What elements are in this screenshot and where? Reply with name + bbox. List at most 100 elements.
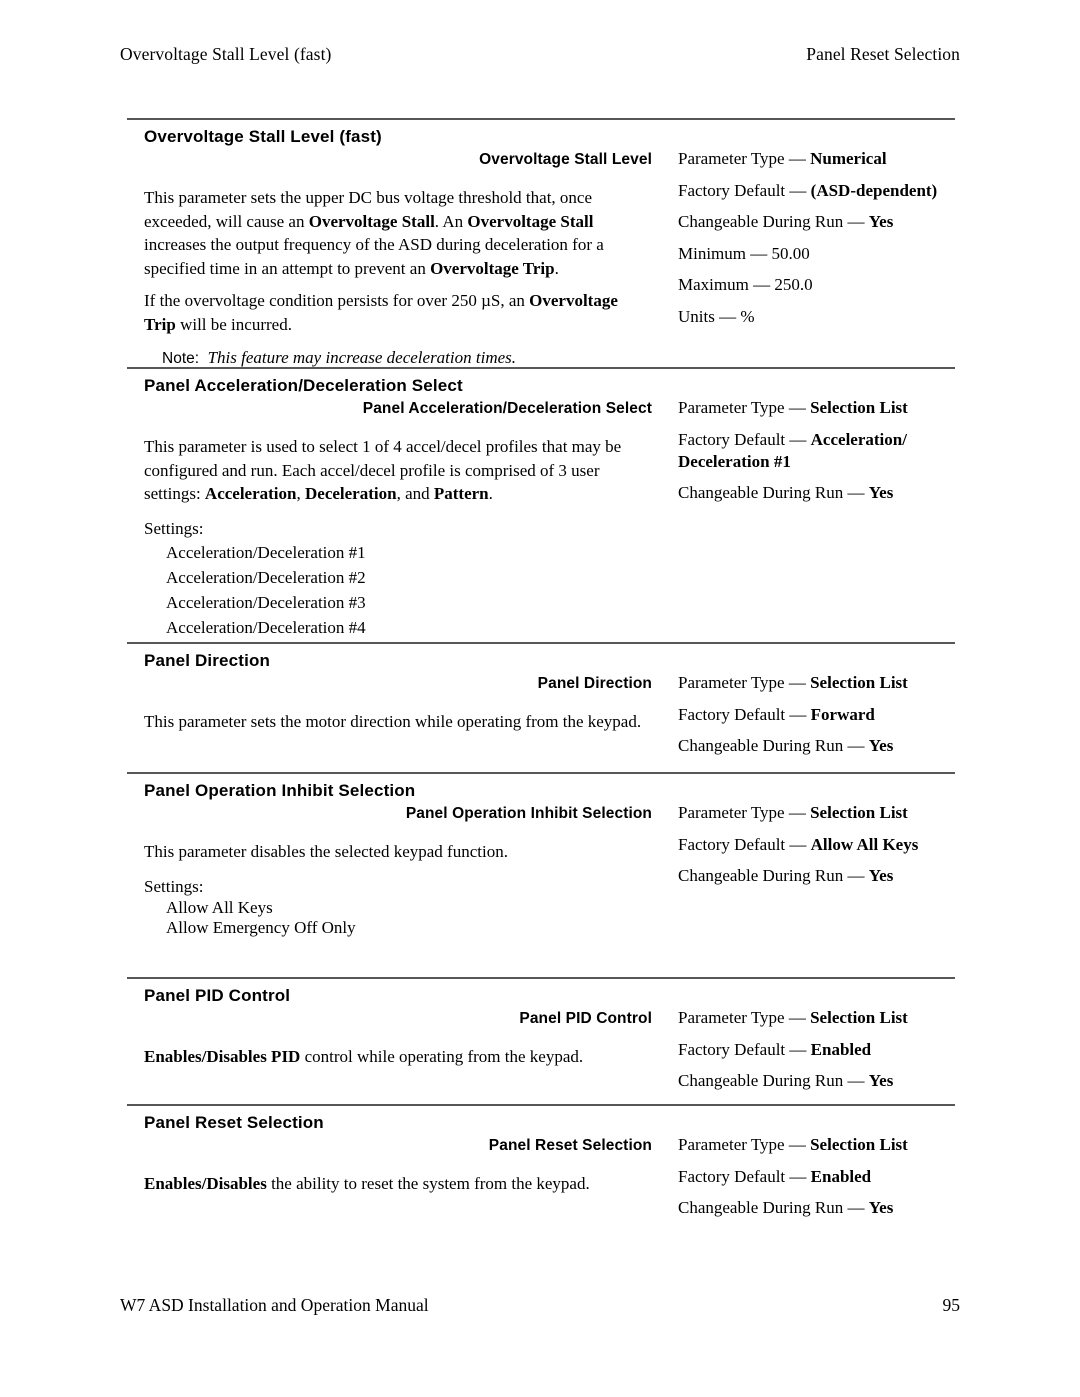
parameter-attribute-value: Selection List xyxy=(810,1135,908,1154)
parameter-attribute: Parameter Type — Selection List xyxy=(678,1134,968,1156)
parameter-attribute-value: Yes xyxy=(868,483,894,502)
parameter-attribute-label: Factory Default — xyxy=(678,429,811,449)
settings-list-item: Acceleration/Deceleration #2 xyxy=(166,568,366,587)
parameter-attribute-value: 50.00 xyxy=(771,243,810,263)
section-title: Panel Operation Inhibit Selection xyxy=(144,781,416,800)
parameter-name-heading: Panel Acceleration/Deceleration Select xyxy=(362,400,652,417)
parameter-attribute-value: Enabled xyxy=(810,1039,872,1059)
text-run: This parameter disables the selected key… xyxy=(144,842,508,861)
parameter-attribute-label: Parameter Type — xyxy=(678,673,811,692)
section-divider xyxy=(127,642,955,644)
parameter-attribute-label: Changeable During Run — xyxy=(678,1071,869,1090)
parameter-attribute: Minimum — 50.00 xyxy=(678,243,968,265)
emphasis-term: Overvoltage Stall xyxy=(467,211,594,231)
parameter-attribute-label: Parameter Type — xyxy=(678,1135,811,1154)
settings-list: Allow All Keys Allow Emergency Off Only xyxy=(144,898,652,938)
section-title: Panel Direction xyxy=(144,651,271,670)
parameter-attribute-label: Factory Default — xyxy=(678,1039,811,1059)
parameter-attribute-value: Selection List xyxy=(810,803,908,822)
parameter-attribute-value: 250.0 xyxy=(774,275,813,294)
section-divider xyxy=(127,772,955,774)
parameter-section: Panel Acceleration/Deceleration Select Pa… xyxy=(127,375,955,637)
footer-manual-title: W7 ASD Installation and Operation Manual xyxy=(120,1295,429,1315)
parameter-attributes-column: Parameter Type — Selection List Factory D… xyxy=(678,802,968,897)
parameter-attribute-value: Yes xyxy=(868,736,894,755)
parameter-attribute-value: Enabled xyxy=(810,1166,872,1186)
description-column: Overvoltage Stall Level This parameter se… xyxy=(144,148,652,371)
note-line: Note: This feature may increase decelera… xyxy=(144,346,652,371)
parameter-attribute: Factory Default — Enabled xyxy=(678,1039,968,1061)
parameter-attributes-column: Parameter Type — Numerical Factory Defaul… xyxy=(678,148,968,337)
description-column: Panel PID Control Enables/Disables PID co… xyxy=(144,1007,652,1069)
parameter-attributes-column: Parameter Type — Selection List Factory D… xyxy=(678,1007,968,1102)
parameter-attribute: Changeable During Run — Yes xyxy=(678,735,968,757)
section-title: Overvoltage Stall Level (fast) xyxy=(144,127,382,146)
emphasis-term: Pattern xyxy=(433,484,489,503)
parameter-attribute: Changeable During Run — Yes xyxy=(678,211,968,233)
emphasis-term: Acceleration xyxy=(204,484,297,503)
parameter-attribute-label: Factory Default — xyxy=(678,180,811,200)
parameter-attribute: Maximum — 250.0 xyxy=(678,274,968,296)
description-paragraph: This parameter is used to select 1 of 4 … xyxy=(144,435,652,506)
parameter-section: Panel PID Control Panel PID Control Enable… xyxy=(127,985,955,1090)
description-paragraph: This parameter disables the selected key… xyxy=(144,840,652,864)
parameter-section: Panel Direction Panel Direction This param… xyxy=(127,650,955,755)
note-label: Note: xyxy=(162,350,200,367)
description-column: Panel Acceleration/Deceleration Select Th… xyxy=(144,397,652,640)
parameter-attribute-label: Parameter Type — xyxy=(678,398,811,417)
parameter-name-heading: Overvoltage Stall Level xyxy=(479,151,652,168)
parameter-attribute-label: Minimum — xyxy=(678,243,772,263)
parameter-attribute-label: Changeable During Run — xyxy=(678,212,869,231)
footer-page-number: 95 xyxy=(942,1295,961,1315)
description-column: Panel Operation Inhibit Selection This pa… xyxy=(144,802,652,938)
parameter-attribute-value: Yes xyxy=(868,212,894,231)
description-paragraph: Enables/Disables the ability to reset th… xyxy=(144,1172,652,1196)
emphasis-term: Enables/Disables PID xyxy=(144,1047,301,1066)
section-title: Panel Reset Selection xyxy=(144,1113,324,1132)
parameter-attributes-column: Parameter Type — Selection List Factory D… xyxy=(678,1134,968,1229)
parameter-attribute-value: % xyxy=(740,306,755,326)
parameter-attribute: Units — % xyxy=(678,306,968,328)
parameter-attribute-value: Yes xyxy=(868,1071,894,1090)
page-footer: W7 ASD Installation and Operation Manual… xyxy=(120,1295,960,1316)
parameter-section: Panel Operation Inhibit Selection Panel O… xyxy=(127,780,955,937)
settings-list-item: Acceleration/Deceleration #1 xyxy=(166,543,366,562)
settings-label: Settings: xyxy=(144,876,204,896)
parameter-attribute-label: Factory Default — xyxy=(678,834,811,854)
parameter-attribute-label: Parameter Type — xyxy=(678,1008,811,1027)
parameter-attribute-label: Changeable During Run — xyxy=(678,1198,869,1217)
parameter-attribute: Factory Default — Allow All Keys xyxy=(678,834,968,856)
parameter-attribute: Changeable During Run — Yes xyxy=(678,1197,968,1219)
text-run: If the overvoltage condition persists fo… xyxy=(144,291,530,310)
parameter-attribute: Parameter Type — Numerical xyxy=(678,148,968,170)
parameter-attribute: Parameter Type — Selection List xyxy=(678,397,968,419)
parameter-attribute: Factory Default — Forward xyxy=(678,704,968,726)
parameter-attribute: Parameter Type — Selection List xyxy=(678,672,968,694)
text-run: . xyxy=(554,258,559,278)
parameter-attribute: Changeable During Run — Yes xyxy=(678,1070,968,1092)
parameter-attribute-value: (ASD-dependent) xyxy=(810,180,938,200)
parameter-attribute-label: Parameter Type — xyxy=(678,149,811,168)
settings-list: Acceleration/Deceleration #1 Acceleration… xyxy=(144,540,652,640)
parameter-section: Overvoltage Stall Level (fast) Overvoltag… xyxy=(127,126,955,367)
parameter-attribute-label: Units — xyxy=(678,306,741,326)
parameter-attribute-label: Factory Default — xyxy=(678,1166,811,1186)
text-run: . xyxy=(488,484,493,503)
running-header: Overvoltage Stall Level (fast) Panel Res… xyxy=(120,44,960,65)
text-run: , and xyxy=(396,484,434,503)
description-column: Panel Reset Selection Enables/Disables th… xyxy=(144,1134,652,1196)
section-divider xyxy=(127,118,955,120)
emphasis-term: Enables/Disables xyxy=(144,1174,267,1193)
parameter-attribute-label: Changeable During Run — xyxy=(678,736,869,755)
parameter-section: Panel Reset Selection Panel Reset Selecti… xyxy=(127,1112,955,1217)
parameter-attribute: Factory Default — Enabled xyxy=(678,1166,968,1188)
manual-page: Overvoltage Stall Level (fast) Panel Res… xyxy=(0,0,1080,1397)
